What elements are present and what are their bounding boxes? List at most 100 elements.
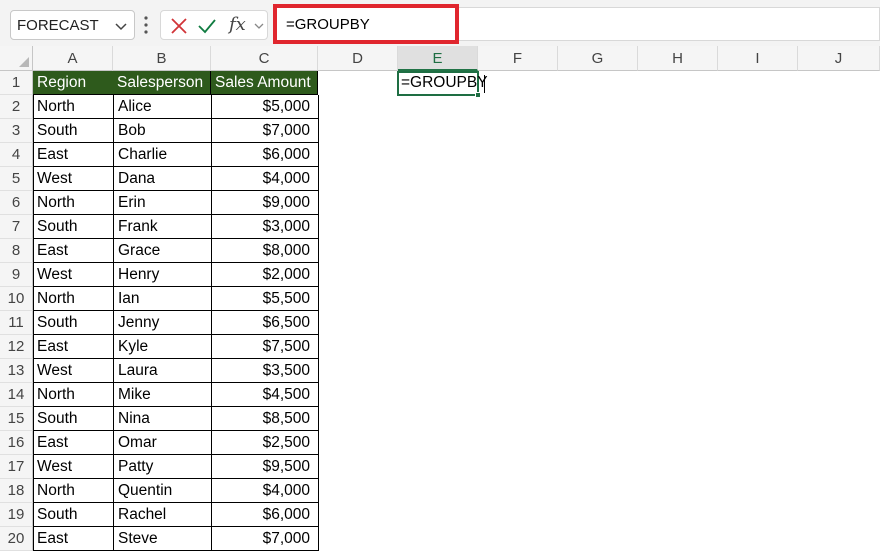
table-cell[interactable]: South bbox=[33, 503, 114, 527]
row-header[interactable]: 1 bbox=[0, 71, 33, 95]
table-cell[interactable]: Charlie bbox=[114, 143, 212, 167]
table-cell[interactable]: $8,000 bbox=[212, 239, 319, 263]
table-cell[interactable]: East bbox=[33, 431, 114, 455]
table-cell[interactable]: $5,000 bbox=[212, 95, 319, 119]
table-cell[interactable]: $6,500 bbox=[212, 311, 319, 335]
table-cell[interactable]: East bbox=[33, 527, 114, 551]
table-cell[interactable]: North bbox=[33, 95, 114, 119]
table-cell[interactable]: Patty bbox=[114, 455, 212, 479]
table-cell[interactable]: Alice bbox=[114, 95, 212, 119]
table-cell[interactable]: West bbox=[33, 455, 114, 479]
row-header[interactable]: 3 bbox=[0, 119, 33, 143]
column-header-e[interactable]: E bbox=[398, 46, 478, 71]
row-header[interactable]: 5 bbox=[0, 167, 33, 191]
row-header[interactable]: 19 bbox=[0, 503, 33, 527]
table-cell[interactable]: East bbox=[33, 143, 114, 167]
table-cell[interactable]: $6,000 bbox=[212, 503, 319, 527]
table-cell[interactable]: Kyle bbox=[114, 335, 212, 359]
table-cell[interactable]: Frank bbox=[114, 215, 212, 239]
table-cell[interactable]: $4,500 bbox=[212, 383, 319, 407]
table-cell[interactable]: East bbox=[33, 239, 114, 263]
table-cell[interactable]: West bbox=[33, 359, 114, 383]
column-header-i[interactable]: I bbox=[718, 46, 798, 71]
row-header[interactable]: 17 bbox=[0, 455, 33, 479]
table-cell[interactable]: Mike bbox=[114, 383, 212, 407]
table-cell[interactable]: South bbox=[33, 119, 114, 143]
row-header[interactable]: 14 bbox=[0, 383, 33, 407]
select-all-button[interactable] bbox=[0, 46, 33, 71]
more-options-icon[interactable] bbox=[144, 15, 148, 35]
table-cell[interactable]: $4,000 bbox=[212, 167, 319, 191]
table-header-cell[interactable]: Region bbox=[33, 71, 114, 95]
table-header-cell[interactable]: Salesperson bbox=[113, 71, 211, 95]
table-cell[interactable]: East bbox=[33, 335, 114, 359]
table-cell[interactable]: South bbox=[33, 407, 114, 431]
table-cell[interactable]: Dana bbox=[114, 167, 212, 191]
table-cell[interactable]: $7,500 bbox=[212, 335, 319, 359]
table-cell[interactable]: $3,500 bbox=[212, 359, 319, 383]
name-box[interactable]: FORECAST bbox=[10, 10, 135, 40]
table-cell[interactable]: Bob bbox=[114, 119, 212, 143]
table-cell[interactable]: $8,500 bbox=[212, 407, 319, 431]
column-header-h[interactable]: H bbox=[638, 46, 718, 71]
row-header[interactable]: 10 bbox=[0, 287, 33, 311]
column-header-f[interactable]: F bbox=[478, 46, 558, 71]
table-cell[interactable]: North bbox=[33, 383, 114, 407]
table-cell[interactable]: Laura bbox=[114, 359, 212, 383]
column-header-b[interactable]: B bbox=[113, 46, 211, 71]
table-cell[interactable]: $9,000 bbox=[212, 191, 319, 215]
row-header[interactable]: 12 bbox=[0, 335, 33, 359]
row-header[interactable]: 16 bbox=[0, 431, 33, 455]
table-cell[interactable]: Grace bbox=[114, 239, 212, 263]
table-cell[interactable]: $3,000 bbox=[212, 215, 319, 239]
column-header-g[interactable]: G bbox=[558, 46, 638, 71]
row-header[interactable]: 20 bbox=[0, 527, 33, 551]
insert-function-icon[interactable]: fx bbox=[229, 14, 246, 35]
table-cell[interactable]: $2,000 bbox=[212, 263, 319, 287]
table-cell[interactable]: North bbox=[33, 287, 114, 311]
table-header-cell[interactable]: Sales Amount bbox=[211, 71, 318, 95]
row-header[interactable]: 4 bbox=[0, 143, 33, 167]
table-cell[interactable]: Quentin bbox=[114, 479, 212, 503]
active-cell-value: =GROUPBY bbox=[401, 74, 488, 91]
column-header-c[interactable]: C bbox=[211, 46, 318, 71]
table-cell[interactable]: $5,500 bbox=[212, 287, 319, 311]
table-cell[interactable]: North bbox=[33, 191, 114, 215]
column-header-j[interactable]: J bbox=[798, 46, 880, 71]
enter-check-icon[interactable] bbox=[197, 16, 217, 36]
table-cell[interactable]: Rachel bbox=[114, 503, 212, 527]
row-header[interactable]: 18 bbox=[0, 479, 33, 503]
table-cell[interactable]: West bbox=[33, 263, 114, 287]
row-header[interactable]: 8 bbox=[0, 239, 33, 263]
table-cell[interactable]: Henry bbox=[114, 263, 212, 287]
row-header[interactable]: 6 bbox=[0, 191, 33, 215]
row-header[interactable]: 15 bbox=[0, 407, 33, 431]
column-header-d[interactable]: D bbox=[318, 46, 398, 71]
table-cell[interactable]: Omar bbox=[114, 431, 212, 455]
name-box-value: FORECAST bbox=[17, 17, 99, 34]
table-cell[interactable]: $7,000 bbox=[212, 527, 319, 551]
cancel-icon[interactable] bbox=[169, 16, 189, 36]
table-cell[interactable]: West bbox=[33, 167, 114, 191]
row-header[interactable]: 9 bbox=[0, 263, 33, 287]
table-cell[interactable]: $4,000 bbox=[212, 479, 319, 503]
table-cell[interactable]: South bbox=[33, 311, 114, 335]
table-cell[interactable]: South bbox=[33, 215, 114, 239]
table-cell[interactable]: Steve bbox=[114, 527, 212, 551]
chevron-down-icon[interactable] bbox=[114, 19, 128, 33]
column-header-a[interactable]: A bbox=[33, 46, 113, 71]
table-cell[interactable]: North bbox=[33, 479, 114, 503]
table-cell[interactable]: $6,000 bbox=[212, 143, 319, 167]
row-header[interactable]: 7 bbox=[0, 215, 33, 239]
table-cell[interactable]: $2,500 bbox=[212, 431, 319, 455]
table-cell[interactable]: $9,500 bbox=[212, 455, 319, 479]
row-header[interactable]: 11 bbox=[0, 311, 33, 335]
table-cell[interactable]: Nina bbox=[114, 407, 212, 431]
row-header[interactable]: 2 bbox=[0, 95, 33, 119]
chevron-down-icon[interactable] bbox=[253, 20, 265, 32]
table-cell[interactable]: $7,000 bbox=[212, 119, 319, 143]
table-cell[interactable]: Erin bbox=[114, 191, 212, 215]
row-header[interactable]: 13 bbox=[0, 359, 33, 383]
table-cell[interactable]: Ian bbox=[114, 287, 212, 311]
table-cell[interactable]: Jenny bbox=[114, 311, 212, 335]
